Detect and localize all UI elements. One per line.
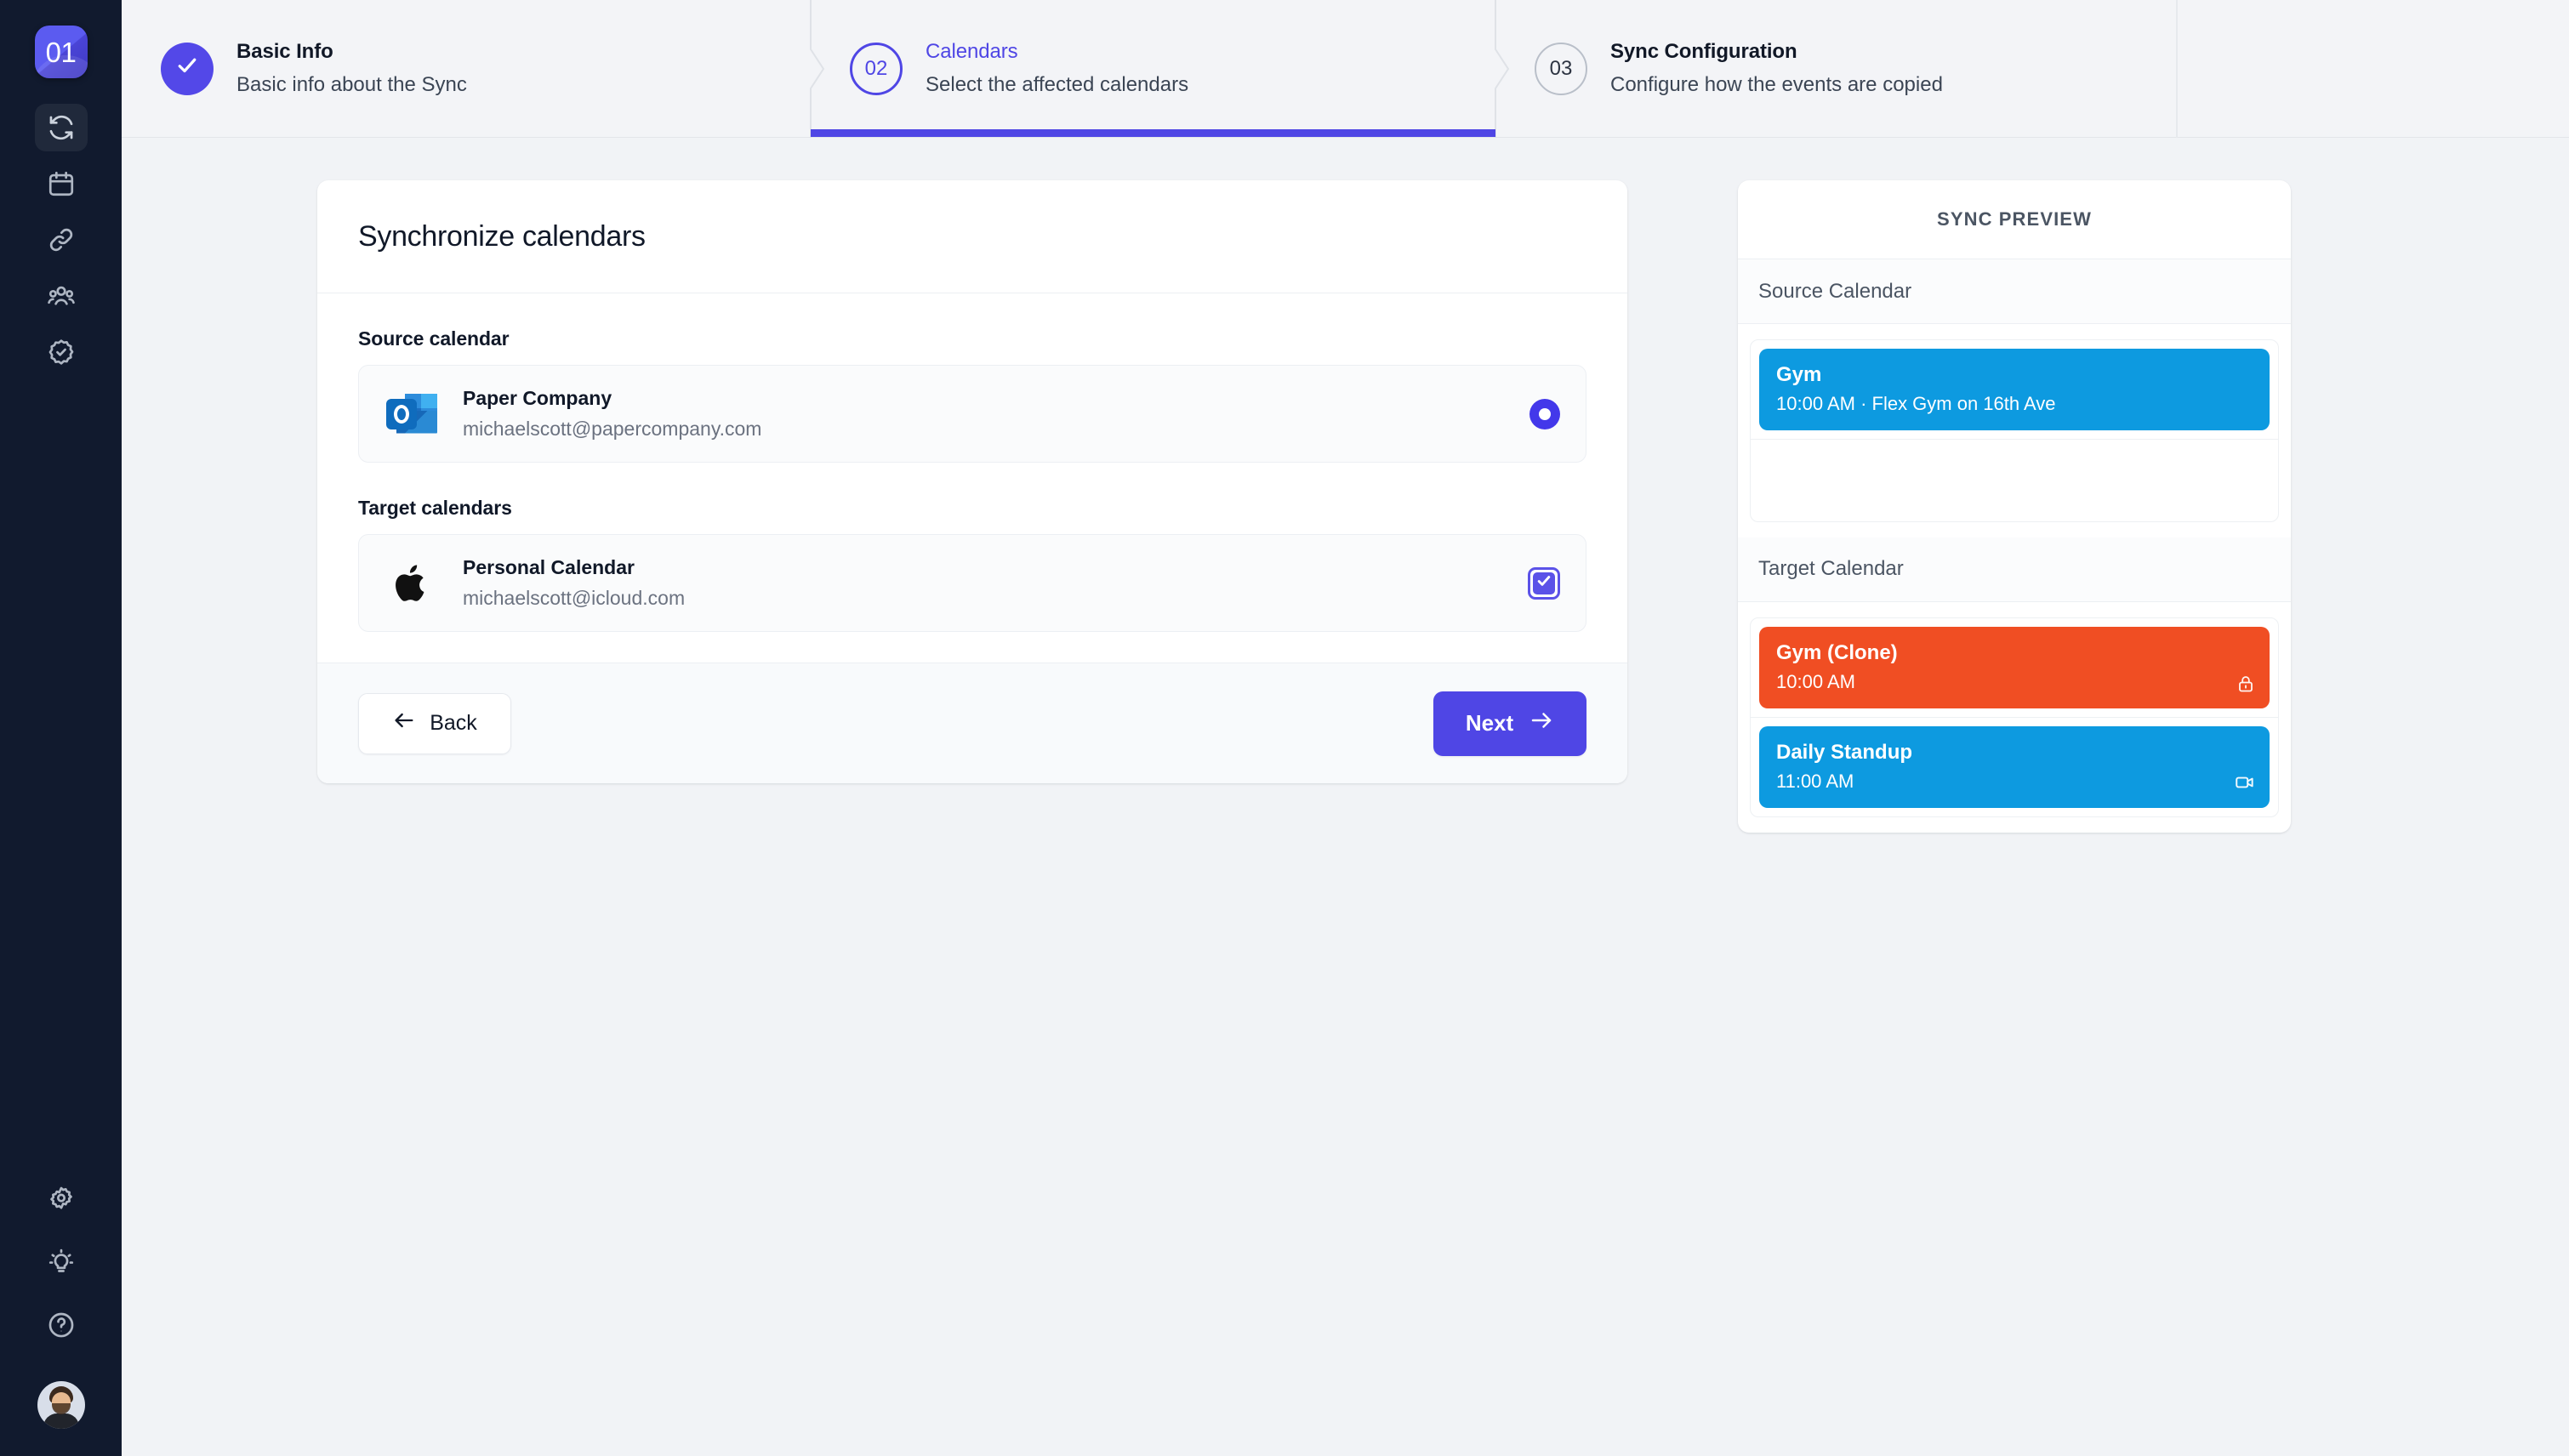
- link-icon: [47, 225, 76, 254]
- video-camera-icon: [2234, 771, 2256, 798]
- preview-source-empty-slot: [1751, 440, 2278, 521]
- radio-dot: [1539, 407, 1551, 420]
- stepper-step-calendars[interactable]: 02 Calendars Select the affected calenda…: [811, 0, 1510, 138]
- sidebar-item-ideas[interactable]: [35, 1238, 88, 1286]
- back-button[interactable]: Back: [358, 692, 511, 754]
- stepper-step-sync-configuration[interactable]: 03 Sync Configuration Configure how the …: [1495, 0, 2569, 138]
- preview-event-daily-standup-sub: 11:00 AM: [1776, 770, 1854, 792]
- gear-icon: [47, 1185, 76, 1214]
- preview-source-box: Gym 10:00 AM · Flex Gym on 16th Ave: [1750, 339, 2279, 522]
- stepper-step-basic-info[interactable]: Basic Info Basic info about the Sync: [122, 0, 825, 138]
- preview-event-daily-standup[interactable]: Daily Standup 11:00 AM: [1759, 725, 2270, 808]
- card-header: Synchronize calendars: [317, 180, 1627, 293]
- synchronize-calendars-card: Synchronize calendars Source calendar Pa…: [317, 180, 1627, 783]
- step-2-number: 02: [864, 56, 888, 80]
- people-icon: [47, 282, 76, 310]
- source-account-name: Paper Company: [463, 386, 612, 409]
- checkmark-icon: [1535, 572, 1552, 594]
- main-area: Basic Info Basic info about the Sync 02 …: [122, 0, 2569, 1456]
- card-body: Source calendar Paper Company michaelsco…: [317, 293, 1627, 663]
- back-button-label: Back: [430, 711, 477, 735]
- preview-source-section-label: Source Calendar: [1738, 259, 2291, 324]
- target-account-meta: Personal Calendar michaelscott@icloud.co…: [463, 555, 1528, 611]
- target-calendars-label: Target calendars: [358, 497, 512, 519]
- preview-source-slot: Gym 10:00 AM · Flex Gym on 16th Ave: [1751, 340, 2278, 440]
- arrow-left-icon: [392, 708, 416, 738]
- apple-icon: [384, 556, 439, 611]
- card-footer: Back Next: [317, 663, 1627, 783]
- checkbox-inner: [1533, 572, 1555, 594]
- sidebar-item-verified[interactable]: [35, 328, 88, 376]
- next-button-label: Next: [1465, 710, 1514, 736]
- preview-event-gym-clone[interactable]: Gym (Clone) 10:00 AM: [1759, 626, 2270, 708]
- outlook-icon: [384, 387, 439, 441]
- step-2-title: Calendars: [926, 40, 1018, 64]
- lock-icon: [2236, 674, 2256, 698]
- preview-event-gym[interactable]: Gym 10:00 AM · Flex Gym on 16th Ave: [1759, 349, 2270, 430]
- source-calendar-label: Source calendar: [358, 327, 510, 350]
- preview-event-gym-clone-title: Gym (Clone): [1776, 640, 1898, 664]
- sidebar-item-connections[interactable]: [35, 216, 88, 264]
- source-account-email: michaelscott@papercompany.com: [463, 417, 762, 440]
- source-account-radio[interactable]: [1529, 398, 1560, 429]
- target-account-email: michaelscott@icloud.com: [463, 586, 686, 609]
- avatar[interactable]: [37, 1381, 85, 1429]
- source-account-meta: Paper Company michaelscott@papercompany.…: [463, 385, 1529, 442]
- step-1-title: Basic Info: [236, 40, 333, 64]
- sidebar-item-calendars[interactable]: [35, 160, 88, 208]
- preview-event-gym-title: Gym: [1776, 363, 1822, 386]
- page-title: Synchronize calendars: [358, 219, 646, 253]
- sidebar-item-settings[interactable]: [35, 1175, 88, 1223]
- next-button[interactable]: Next: [1433, 691, 1586, 756]
- app-logo[interactable]: 01: [34, 26, 88, 78]
- step-1-texts: Basic Info Basic info about the Sync: [236, 39, 467, 98]
- step-3-texts: Sync Configuration Configure how the eve…: [1610, 39, 1943, 98]
- logo-text: 01: [45, 36, 77, 68]
- avatar-beard: [51, 1403, 71, 1414]
- preview-event-gym-clone-sub: 10:00 AM: [1776, 671, 1855, 693]
- app-root: 01 Basic Info Basic info about the Sync …: [0, 0, 2569, 1456]
- check-icon: [174, 53, 200, 84]
- wizard-stepper: Basic Info Basic info about the Sync 02 …: [122, 0, 2569, 138]
- stepper-separator-3: [2159, 0, 2195, 138]
- preview-target-slot-1: Gym (Clone) 10:00 AM: [1751, 618, 2278, 718]
- step-2-subtitle: Select the affected calendars: [926, 72, 1189, 96]
- sync-preview-panel: SYNC PREVIEW Source Calendar Gym 10:00 A…: [1738, 180, 2291, 833]
- sidebar-item-team[interactable]: [35, 272, 88, 320]
- target-account-row[interactable]: Personal Calendar michaelscott@icloud.co…: [358, 534, 1586, 632]
- preview-target-box: Gym (Clone) 10:00 AM Daily Standup 11:00…: [1750, 617, 2279, 817]
- preview-target-slot-2: Daily Standup 11:00 AM: [1751, 718, 2278, 816]
- sidebar: 01: [0, 0, 122, 1456]
- help-circle-icon: [47, 1311, 76, 1339]
- verified-badge-icon: [47, 338, 76, 367]
- step-2-texts: Calendars Select the affected calendars: [926, 39, 1188, 98]
- sidebar-item-help[interactable]: [35, 1301, 88, 1349]
- sync-icon: [47, 113, 76, 142]
- preview-target-section-label: Target Calendar: [1738, 537, 2291, 602]
- calendar-icon: [47, 169, 76, 198]
- step-2-status-circle: 02: [850, 42, 903, 95]
- target-account-name: Personal Calendar: [463, 555, 635, 578]
- step-1-status-circle: [161, 42, 214, 95]
- step-3-number: 03: [1549, 56, 1573, 80]
- lightbulb-icon: [47, 1248, 76, 1277]
- sidebar-nav-bottom: [35, 1175, 88, 1429]
- sync-preview-header: SYNC PREVIEW: [1738, 180, 2291, 259]
- avatar-body: [43, 1413, 79, 1429]
- sidebar-nav-top: [34, 104, 88, 376]
- step-3-status-circle: 03: [1535, 42, 1587, 95]
- source-account-row[interactable]: Paper Company michaelscott@papercompany.…: [358, 365, 1586, 463]
- step-3-subtitle: Configure how the events are copied: [1610, 72, 1943, 96]
- preview-event-daily-standup-title: Daily Standup: [1776, 740, 1913, 764]
- step-1-subtitle: Basic info about the Sync: [236, 72, 467, 96]
- target-account-checkbox[interactable]: [1528, 566, 1560, 600]
- preview-event-gym-sub: 10:00 AM · Flex Gym on 16th Ave: [1776, 393, 2056, 415]
- sidebar-item-sync[interactable]: [34, 104, 88, 151]
- arrow-right-icon: [1529, 708, 1554, 739]
- step-3-title: Sync Configuration: [1610, 40, 1797, 64]
